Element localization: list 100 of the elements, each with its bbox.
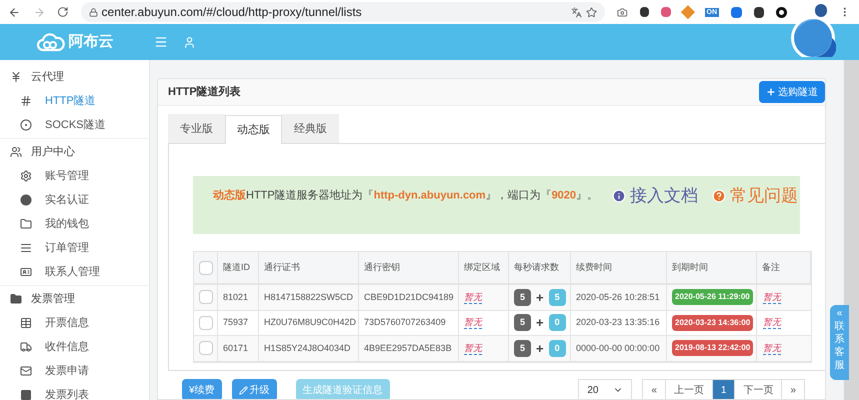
sidebar-item[interactable]: 开票信息 (0, 311, 149, 335)
table-cell: H1S85Y24J8O4034D (259, 336, 359, 360)
star-icon[interactable] (586, 6, 598, 18)
sidebar-item[interactable]: 我的钱包 (0, 212, 149, 236)
list-icon (20, 242, 32, 254)
count-badge: 5 (514, 288, 531, 306)
pencil-icon (238, 386, 248, 394)
target-icon (20, 119, 32, 131)
camera-icon[interactable] (617, 6, 628, 18)
checkbox[interactable] (198, 260, 212, 274)
count-badge: 5 (514, 340, 531, 357)
page-link[interactable]: 1 (712, 379, 736, 399)
column-header: 续费时间 (571, 252, 667, 283)
note-link[interactable]: 暂无 (763, 316, 781, 330)
count-badge: 5 (548, 288, 566, 306)
sidebar-group[interactable]: 用户中心 (0, 140, 149, 164)
sidebar-item[interactable]: 发票申请 (0, 359, 149, 383)
extension-icon[interactable] (640, 7, 650, 17)
table-cell: 2020-05-26 10:28:51 (571, 285, 667, 310)
alert-text: 动态版HTTP隧道服务器地址为『http-dyn.abuyun.com』，端口为『9020』。 (213, 189, 598, 202)
column-header: 通行密钥 (359, 252, 459, 283)
dot-icon (20, 194, 32, 206)
sidebar-item[interactable]: 订单管理 (0, 236, 149, 260)
mail-icon (20, 365, 32, 377)
region-link[interactable]: 暂无 (464, 342, 482, 355)
square-icon (20, 389, 32, 400)
checkbox[interactable] (198, 290, 212, 304)
help-icon (712, 188, 726, 202)
sidebar-item[interactable]: HTTP隧道 (0, 89, 149, 113)
table-cell: CBE9D1D21DC94189 (359, 285, 459, 310)
card-title: HTTP隧道列表 (168, 84, 241, 100)
reload-icon[interactable] (57, 6, 69, 18)
sidebar-group[interactable]: 云代理 (0, 65, 149, 89)
collapse-arrow: « (836, 308, 842, 320)
table-cell: 75937 (218, 310, 259, 335)
address-bar[interactable]: center.abuyun.com/#/cloud/http-proxy/tunnel/lists (80, 2, 606, 22)
table-row[interactable]: 81021 H8147158822SW5CD CBE9D1D21DC94189 暂无 5 + 5 2020-05-26 10:28:51 2020-05-26 11:29:00 暂无 (194, 285, 811, 310)
expiry-label: 2019-08-13 22:42:00 (672, 340, 754, 356)
lock-icon (88, 8, 98, 16)
sidebar-item[interactable]: SOCKS隧道 (0, 113, 149, 137)
checkbox[interactable] (198, 316, 212, 330)
plus-sign: + (536, 314, 544, 332)
note-link[interactable]: 暂无 (763, 290, 781, 304)
tab[interactable]: 经典版 (282, 114, 339, 143)
checkbox[interactable] (198, 341, 212, 356)
help-link[interactable]: 接入文档 (612, 188, 698, 203)
table-cell: 81021 (218, 285, 259, 310)
column-header: 备注 (757, 252, 811, 283)
table-cell: 0000-00-00 00:00:00 (571, 336, 667, 360)
cloud-logo-icon (36, 32, 64, 52)
extension-icon[interactable] (754, 6, 764, 18)
region-link[interactable]: 暂无 (464, 290, 482, 304)
tab[interactable]: 动态版 (225, 115, 282, 144)
hash-icon (20, 95, 32, 107)
plus-sign: + (536, 340, 544, 358)
tab[interactable]: 专业版 (168, 114, 225, 143)
page-link[interactable]: « (642, 379, 666, 399)
count-badge: 0 (548, 340, 566, 357)
page-link[interactable]: » (781, 379, 805, 399)
profile-avatar[interactable] (814, 4, 828, 17)
yen-icon (10, 71, 22, 83)
page-size-select[interactable]: 20 (578, 379, 632, 399)
sidebar-group[interactable]: 发票管理 (0, 287, 149, 311)
expiry-label: 2020-03-23 14:36:00 (672, 314, 754, 331)
id-card-icon (20, 266, 32, 278)
column-header: 绑定区域 (459, 252, 509, 283)
column-header: 通行证书 (259, 252, 359, 283)
settings-icon (20, 170, 32, 182)
table-cell: 73D5760707263409 (359, 310, 459, 335)
folder-icon (20, 218, 32, 230)
url-text: center.abuyun.com/#/cloud/http-proxy/tunnel/lists (102, 4, 362, 21)
plus-icon (766, 87, 776, 97)
sidebar-item[interactable]: 联系人管理 (0, 260, 149, 284)
table-cell: 4B9EE2957DA5E83B (359, 336, 459, 360)
extension-icon[interactable] (776, 6, 787, 18)
table-cell: HZ0U76M8U9C0H42D (259, 310, 359, 335)
sidebar-item[interactable]: 账号管理 (0, 164, 149, 188)
users-icon (10, 146, 22, 158)
folder-icon (10, 293, 22, 305)
table-cell: 60171 (218, 336, 259, 360)
plus-sign: + (536, 288, 544, 306)
buy-tunnel-button[interactable]: 选购隧道 (759, 81, 825, 103)
note-link[interactable]: 暂无 (763, 342, 781, 355)
table-row[interactable]: 60171 H1S85Y24J8O4034D 4B9EE2957DA5E83B 暂无 5 + 0 0000-00-00 00:00:00 2019-08-13 22:42:00 暂无 (194, 336, 811, 362)
sidebar-item[interactable]: 收件信息 (0, 335, 149, 359)
table-cell: H8147158822SW5CD (259, 285, 359, 310)
info-icon (612, 188, 626, 202)
region-link[interactable]: 暂无 (464, 316, 482, 330)
contact-label: 联系客服 (834, 320, 844, 372)
count-badge: 5 (514, 314, 531, 332)
table-icon (20, 317, 32, 329)
back-icon[interactable] (8, 6, 20, 18)
sidebar-item[interactable]: 实名认证 (0, 188, 149, 212)
table-cell: 2020-03-23 13:35:16 (571, 310, 667, 335)
expiry-label: 2020-05-26 11:29:00 (672, 289, 753, 306)
table-row[interactable]: 75937 HZ0U76M8U9C0H42D 73D5760707263409 暂无 5 + 0 2020-03-23 13:35:16 2020-03-23 14:36:00 暂无 (194, 310, 811, 336)
truck-icon (20, 341, 32, 353)
count-badge: 0 (548, 314, 566, 332)
translate-icon[interactable] (571, 6, 582, 18)
sidebar-item[interactable]: 发票列表 (0, 383, 149, 400)
